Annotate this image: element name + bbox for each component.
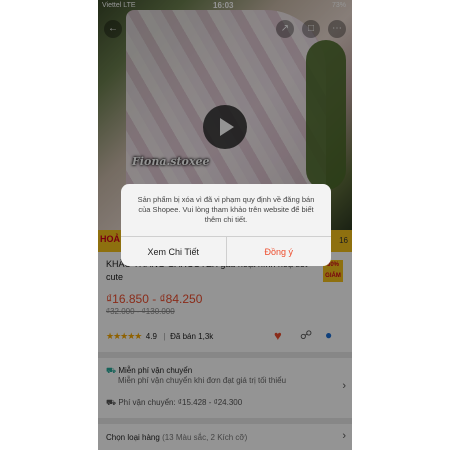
agree-button[interactable]: Đồng ý — [227, 237, 332, 266]
view-details-button[interactable]: Xem Chi Tiết — [121, 237, 227, 266]
dialog-message: Sản phẩm bị xóa vì đã vi phạm quy định v… — [137, 195, 315, 224]
alert-dialog: Sản phẩm bị xóa vì đã vi phạm quy định v… — [121, 184, 331, 266]
dialog-actions: Xem Chi Tiết Đồng ý — [121, 236, 331, 266]
